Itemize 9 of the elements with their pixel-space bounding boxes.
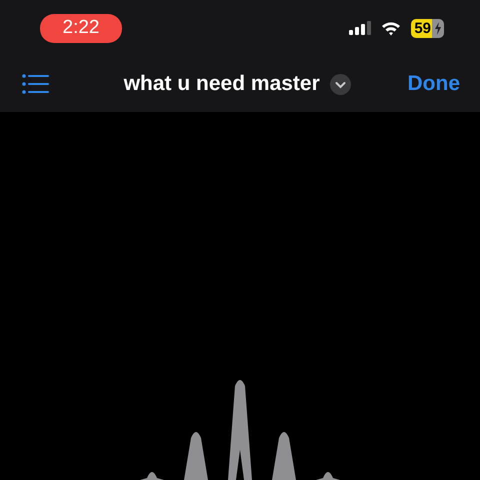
bolt-icon [432, 18, 444, 38]
battery-level: 59 [411, 18, 432, 38]
chevron-down-icon[interactable] [330, 74, 351, 94]
list-icon[interactable] [22, 74, 49, 94]
recording-title: what u need master [124, 72, 320, 96]
wifi-icon [381, 20, 402, 36]
done-button[interactable]: Done [408, 72, 460, 96]
signal-icon [349, 21, 372, 35]
status-time: 2:22 [40, 14, 122, 42]
